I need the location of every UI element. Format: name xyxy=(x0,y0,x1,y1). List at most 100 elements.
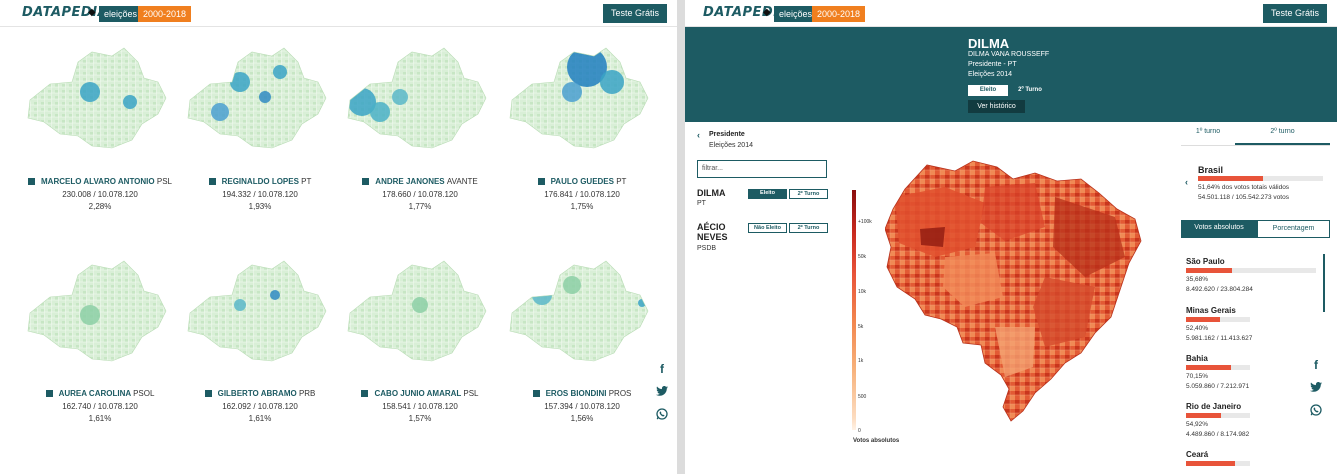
state-bar-fill xyxy=(1186,317,1220,322)
candidate-votes: 162.092 / 10.078.120 xyxy=(222,402,298,411)
state-vote-map[interactable] xyxy=(180,42,330,159)
candidate-name[interactable]: REGINALDO LOPES xyxy=(222,177,302,186)
candidate-card[interactable]: AUREA CAROLINA PSOL 162.740 / 10.078.120 1… xyxy=(20,255,180,439)
candidate-pct: 1,93% xyxy=(248,202,272,211)
filter-input[interactable]: filtrar... xyxy=(697,160,827,178)
state-name[interactable]: Bahia xyxy=(1186,354,1208,363)
right-panel: DATAPEDIA ◆ eleições 2000-2018 Teste Grá… xyxy=(685,0,1337,474)
candidate-party: PSL xyxy=(463,389,479,398)
tab-first-turn[interactable]: 1º turno xyxy=(1181,126,1235,144)
state-vote-map[interactable] xyxy=(340,42,490,159)
state-vote-map[interactable] xyxy=(20,42,170,159)
candidate-party: PT xyxy=(697,200,706,207)
candidate-name[interactable]: PAULO GUEDES xyxy=(551,177,617,186)
candidate-name[interactable]: MARCELO ALVARO ANTONIO xyxy=(41,177,157,186)
candidate-name-row[interactable]: EROS BIONDINI PROS xyxy=(502,389,662,398)
candidate-card[interactable]: CABO JUNIO AMARAL PSL 158.541 / 10.078.12… xyxy=(340,255,500,439)
state-vote-map[interactable] xyxy=(502,42,652,159)
state-bar xyxy=(1186,268,1316,273)
brazil-choropleth-map[interactable] xyxy=(885,157,1145,423)
checkbox-icon[interactable] xyxy=(204,390,212,397)
top-bar: DATAPEDIA ◆ eleições 2000-2018 Teste Grá… xyxy=(685,0,1337,27)
candidate-name-line2[interactable]: NEVES xyxy=(697,232,728,242)
status-turn[interactable]: 2º Turno xyxy=(789,223,828,233)
candidate-name[interactable]: AUREA CAROLINA xyxy=(59,389,134,398)
candidate-name[interactable]: CABO JUNIO AMARAL xyxy=(374,389,463,398)
candidate-votes: 178.660 / 10.078.120 xyxy=(382,190,458,199)
checkbox-icon[interactable] xyxy=(45,390,53,397)
whatsapp-icon[interactable] xyxy=(655,408,669,422)
checkbox-icon[interactable] xyxy=(537,178,545,185)
trial-button[interactable]: Teste Grátis xyxy=(1263,4,1328,23)
tab-second-turn-sidebar[interactable]: 2º turno xyxy=(1235,126,1330,144)
checkbox-icon[interactable] xyxy=(362,178,370,185)
candidate-card[interactable]: REGINALDO LOPES PT 194.332 / 10.078.120 1,… xyxy=(180,42,340,227)
candidate-card[interactable]: GILBERTO ABRAMO PRB 162.092 / 10.078.120 1… xyxy=(180,255,340,439)
facebook-icon[interactable]: f xyxy=(1309,358,1323,372)
facebook-icon[interactable]: f xyxy=(655,362,669,376)
candidate-name[interactable]: EROS BIONDINI xyxy=(546,389,609,398)
state-name[interactable]: São Paulo xyxy=(1186,257,1225,266)
tab-elected[interactable]: Eleito xyxy=(968,85,1008,96)
brasil-bar-fill xyxy=(1198,176,1263,181)
state-votes: 4.489.860 / 8.174.982 xyxy=(1186,431,1250,438)
status-turn[interactable]: 2º Turno xyxy=(789,189,828,199)
candidate-card[interactable]: MARCELO ALVARO ANTONIO PSL 230.008 / 10.0… xyxy=(20,42,180,227)
candidate-votes: 194.332 / 10.078.120 xyxy=(222,190,298,199)
section-pill[interactable]: eleições xyxy=(99,6,143,22)
checkbox-icon[interactable] xyxy=(361,390,369,397)
candidate-card[interactable]: ANDRE JANONES AVANTE 178.660 / 10.078.120… xyxy=(340,42,500,227)
state-votes: 5.981.162 / 11.413.627 xyxy=(1186,335,1253,342)
checkbox-icon[interactable] xyxy=(208,178,216,185)
state-vote-map[interactable] xyxy=(20,255,170,372)
state-name[interactable]: Ceará xyxy=(1186,450,1208,459)
trial-button[interactable]: Teste Grátis xyxy=(603,4,668,23)
state-bar-fill xyxy=(1186,268,1233,273)
state-vote-map[interactable] xyxy=(180,255,330,372)
checkbox-icon[interactable] xyxy=(532,390,540,397)
years-pill[interactable]: 2000-2018 xyxy=(812,6,866,22)
candidate-name-row[interactable]: REGINALDO LOPES PT xyxy=(180,177,340,186)
candidate-pct: 2,28% xyxy=(88,202,112,211)
brasil-bar xyxy=(1198,176,1323,181)
absolute-votes-button[interactable]: Votos absolutos xyxy=(1181,220,1257,238)
section-pill[interactable]: eleições xyxy=(774,6,818,22)
candidate-card[interactable]: EROS BIONDINI PROS 157.394 / 10.078.120 1,… xyxy=(502,255,662,439)
candidate-votes: 230.008 / 10.078.120 xyxy=(62,190,138,199)
hero-full-name: DILMA VANA ROUSSEFF xyxy=(968,51,1050,58)
candidate-name-row[interactable]: AUREA CAROLINA PSOL xyxy=(20,389,180,398)
candidate-name-row[interactable]: GILBERTO ABRAMO PRB xyxy=(180,389,340,398)
state-name[interactable]: Minas Gerais xyxy=(1186,306,1236,315)
candidate-card[interactable]: PAULO GUEDES PT 176.841 / 10.078.120 1,75% xyxy=(502,42,662,227)
brasil-pct: 51,64% dos votos totais válidos xyxy=(1198,184,1290,191)
chevron-left-icon[interactable]: ‹ xyxy=(697,130,700,140)
state-vote-map[interactable] xyxy=(502,255,652,372)
percentage-button[interactable]: Porcentagem xyxy=(1257,220,1330,238)
candidate-name-row[interactable]: PAULO GUEDES PT xyxy=(502,177,662,186)
twitter-icon[interactable] xyxy=(1309,381,1323,395)
state-pct: 54,92% xyxy=(1186,421,1209,428)
state-bar xyxy=(1186,461,1250,466)
checkbox-icon[interactable] xyxy=(28,178,35,185)
candidate-name[interactable]: DILMA xyxy=(697,188,726,198)
candidate-name-row[interactable]: CABO JUNIO AMARAL PSL xyxy=(340,389,500,398)
candidate-name-row[interactable]: MARCELO ALVARO ANTONIO PSL xyxy=(20,177,180,186)
legend-label: Votos absolutos xyxy=(853,438,900,444)
state-vote-map[interactable] xyxy=(340,255,490,372)
years-pill[interactable]: 2000-2018 xyxy=(138,6,192,22)
whatsapp-icon[interactable] xyxy=(1309,404,1323,418)
state-name[interactable]: Rio de Janeiro xyxy=(1186,402,1241,411)
candidate-name[interactable]: ANDRE JANONES xyxy=(375,177,447,186)
twitter-icon[interactable] xyxy=(655,385,669,399)
status-elected[interactable]: Eleito xyxy=(748,189,787,199)
candidate-name[interactable]: GILBERTO ABRAMO xyxy=(218,389,299,398)
candidate-name-row[interactable]: ANDRE JANONES AVANTE xyxy=(340,177,500,186)
breadcrumb-title[interactable]: Presidente xyxy=(709,131,745,138)
legend-tick-label: +100k xyxy=(858,219,872,225)
candidate-name[interactable]: AÉCIO xyxy=(697,222,726,232)
chevron-left-icon[interactable]: ‹ xyxy=(1185,177,1188,187)
status-not-elected[interactable]: Não Eleito xyxy=(748,223,787,233)
history-button[interactable]: Ver histórico xyxy=(968,100,1025,113)
scroll-indicator[interactable] xyxy=(1323,254,1325,312)
tab-second-turn[interactable]: 2º Turno xyxy=(1013,85,1047,96)
